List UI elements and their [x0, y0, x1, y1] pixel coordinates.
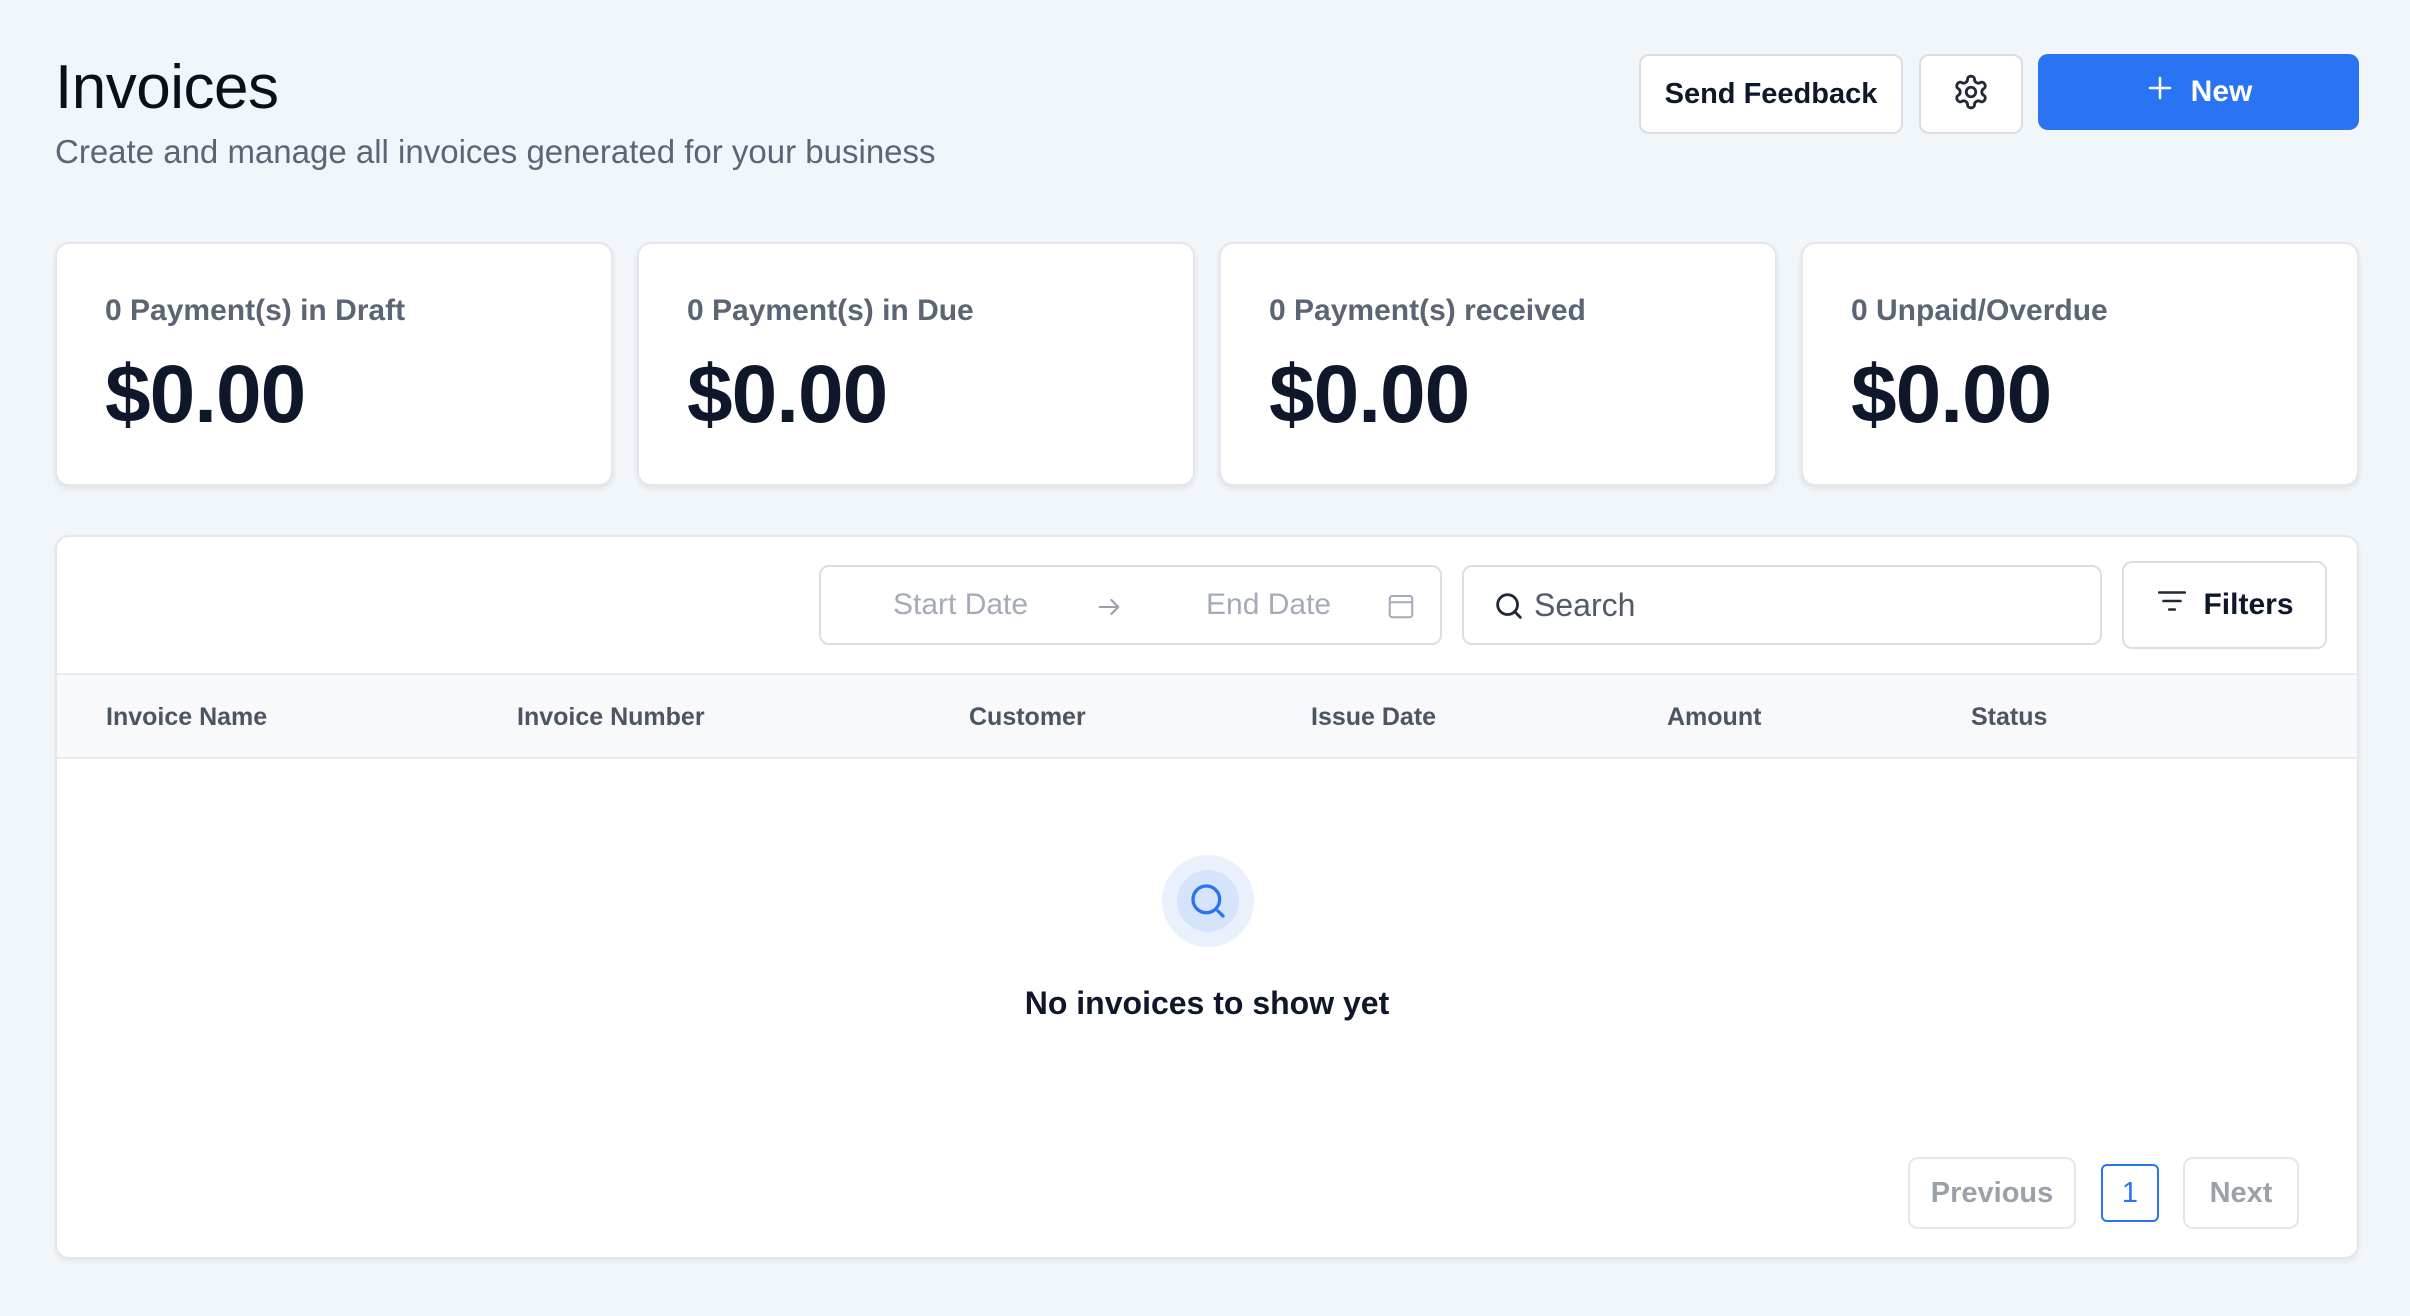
- table-header: Invoice Name Invoice Number Customer Iss…: [57, 673, 2357, 759]
- stat-label: 0 Payment(s) in Due: [687, 294, 974, 327]
- column-header-customer[interactable]: Customer: [969, 703, 1086, 732]
- column-header-invoice-name[interactable]: Invoice Name: [106, 703, 267, 732]
- stat-label: 0 Unpaid/Overdue: [1851, 294, 2108, 327]
- column-header-invoice-number[interactable]: Invoice Number: [517, 703, 705, 732]
- new-invoice-label: New: [2190, 75, 2253, 108]
- stat-label: 0 Payment(s) received: [1269, 294, 1586, 327]
- stat-value: $0.00: [1269, 349, 1470, 440]
- empty-state-search-icon: [1162, 855, 1254, 947]
- date-range-picker[interactable]: Start Date End Date: [819, 565, 1442, 645]
- filter-icon: [2155, 584, 2189, 626]
- calendar-icon: [1386, 591, 1416, 626]
- filters-button[interactable]: Filters: [2122, 561, 2327, 649]
- stat-label: 0 Payment(s) in Draft: [105, 294, 406, 327]
- start-date-input[interactable]: Start Date: [893, 588, 1028, 622]
- arrow-right-icon: [1095, 593, 1123, 626]
- stat-value: $0.00: [1851, 349, 2052, 440]
- send-feedback-button[interactable]: Send Feedback: [1639, 54, 1903, 134]
- column-header-issue-date[interactable]: Issue Date: [1311, 703, 1436, 732]
- stat-card-draft: 0 Payment(s) in Draft $0.00: [55, 242, 613, 486]
- invoices-page: Invoices Create and manage all invoices …: [0, 0, 2410, 1316]
- send-feedback-label: Send Feedback: [1664, 77, 1878, 110]
- stat-value: $0.00: [105, 349, 306, 440]
- stat-card-due: 0 Payment(s) in Due $0.00: [637, 242, 1195, 486]
- new-invoice-button[interactable]: New: [2038, 54, 2359, 130]
- search-icon: [1492, 589, 1526, 628]
- settings-button[interactable]: [1919, 54, 2023, 134]
- stat-value: $0.00: [687, 349, 888, 440]
- page-subtitle: Create and manage all invoices generated…: [55, 133, 936, 170]
- column-header-amount[interactable]: Amount: [1667, 703, 1761, 732]
- stat-card-overdue: 0 Unpaid/Overdue $0.00: [1801, 242, 2359, 486]
- gear-icon: [1952, 73, 1990, 116]
- next-page-button[interactable]: Next: [2183, 1157, 2299, 1229]
- plus-icon: [2145, 73, 2175, 111]
- end-date-input[interactable]: End Date: [1206, 588, 1331, 622]
- previous-page-button[interactable]: Previous: [1908, 1157, 2076, 1229]
- filters-label: Filters: [2203, 588, 2294, 621]
- page-number-button[interactable]: 1: [2101, 1164, 2159, 1222]
- invoices-table-panel: Start Date End Date Search Filters Invoi…: [55, 535, 2359, 1259]
- empty-state-message: No invoices to show yet: [1024, 985, 1390, 1021]
- search-input[interactable]: [1534, 585, 2074, 625]
- stat-card-received: 0 Payment(s) received $0.00: [1219, 242, 1777, 486]
- column-header-status[interactable]: Status: [1971, 703, 2047, 732]
- page-title: Invoices: [55, 53, 279, 122]
- search-box[interactable]: [1462, 565, 2102, 645]
